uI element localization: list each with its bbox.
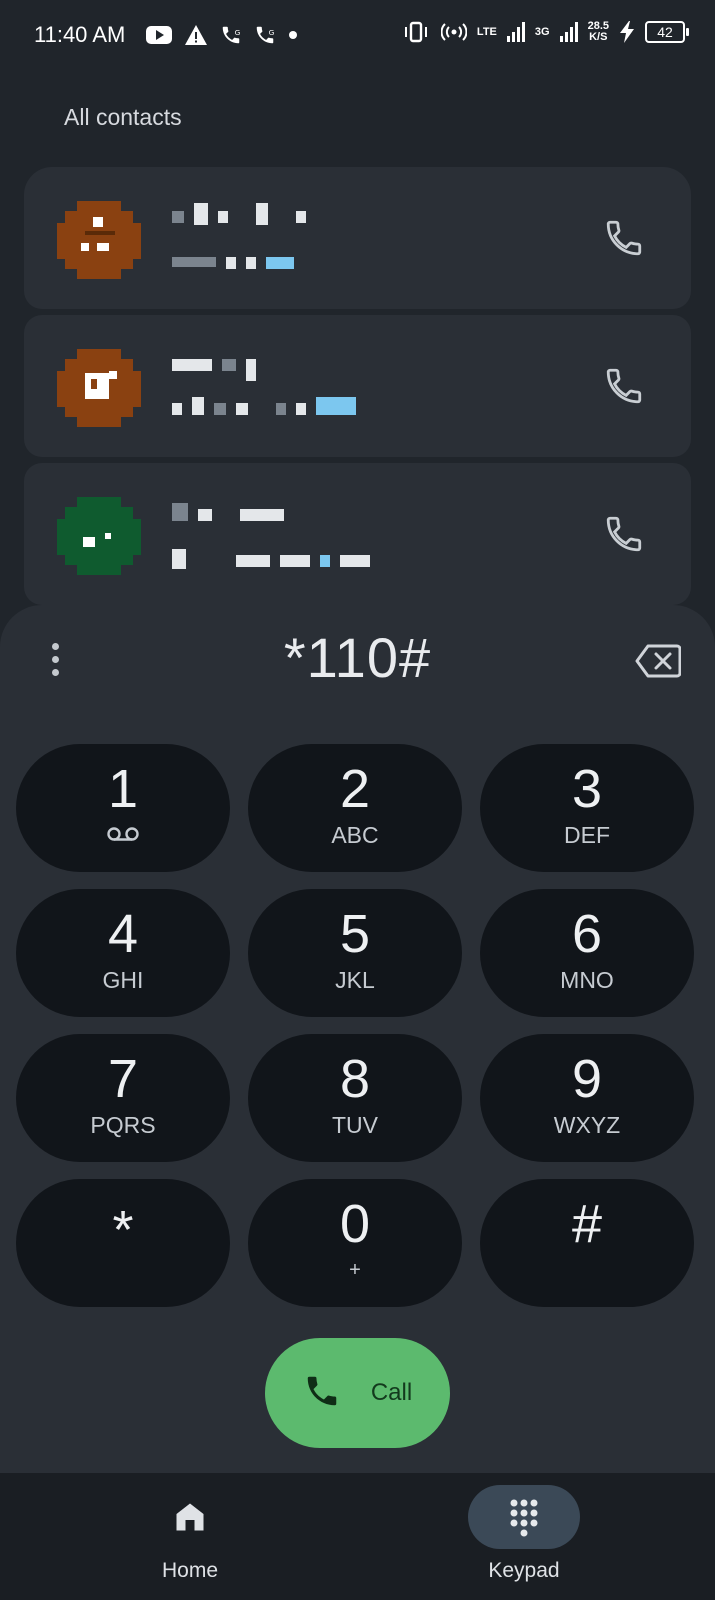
contact-item[interactable] [24,463,691,605]
bottom-navigation: Home Keypad [0,1473,715,1600]
key-4[interactable]: 4 GHI [16,889,230,1017]
contact-number [172,549,370,569]
key-6[interactable]: 6 MNO [480,889,694,1017]
phone-icon[interactable] [603,217,645,259]
warning-icon [184,24,208,46]
key-digit: 3 [571,759,603,819]
contact-name [172,359,256,381]
svg-text:G: G [235,28,241,37]
wifi-call-icon: G [220,24,242,46]
charging-icon [619,21,635,43]
key-0[interactable]: 0 + [248,1179,462,1307]
svg-text:G: G [269,28,275,37]
key-letters: MNO [560,967,614,993]
voicemail-icon [106,826,140,847]
more-notifications-dot-icon [288,30,298,40]
key-digit: * [112,1200,134,1260]
key-digit: 7 [107,1049,139,1109]
network-type-1: LTE [476,25,497,38]
battery-level: 42 [657,24,673,40]
contact-name [172,203,306,225]
key-5[interactable]: 5 JKL [248,889,462,1017]
signal-icon-2 [559,22,578,42]
key-letters: DEF [564,822,610,848]
key-9[interactable]: 9 WXYZ [480,1034,694,1162]
call-label: Call [370,1379,413,1406]
key-1[interactable]: 1 [16,744,230,872]
lte-signal: LTE [476,25,497,38]
nav-keypad[interactable]: Keypad [424,1485,624,1583]
contact-list [24,167,691,611]
status-bar: 11:40 AM G G LTE 3G 28.5 K/S 42 [0,0,715,72]
dialpad-sheet: *110# 1 2 ABC 3 DEF 4 GHI 5 JKL 6 MNO 7 … [0,605,715,1473]
signal-icon [506,22,525,42]
nav-label: Keypad [488,1559,560,1582]
phone-icon[interactable] [603,365,645,407]
call-button[interactable]: Call [265,1338,450,1448]
key-digit: 0 [339,1194,371,1254]
battery-indicator: 42 [645,21,689,43]
key-digit: 2 [339,759,371,819]
dialpad: 1 2 ABC 3 DEF 4 GHI 5 JKL 6 MNO 7 PQRS 8… [16,744,700,1307]
contact-name [172,503,284,521]
key-digit: 5 [339,904,371,964]
3g-signal: 3G [534,25,550,38]
key-star[interactable]: * [16,1179,230,1307]
key-digit: 1 [107,759,139,819]
key-digit: 8 [339,1049,371,1109]
key-digit: # [571,1194,603,1254]
key-letters: PQRS [90,1112,156,1138]
hotspot-icon [440,21,467,43]
contact-item[interactable] [24,315,691,457]
key-8[interactable]: 8 TUV [248,1034,462,1162]
avatar [57,493,141,577]
key-letters: TUV [332,1112,378,1138]
phone-icon[interactable] [603,513,645,555]
home-icon [134,1485,246,1549]
system-icons: LTE 3G 28.5 K/S 42 [401,20,689,44]
key-2[interactable]: 2 ABC [248,744,462,872]
status-time: 11:40 AM [34,22,126,47]
key-letters: JKL [335,967,375,993]
key-digit: 4 [107,904,139,964]
key-letters: GHI [102,967,144,993]
key-digit: 9 [571,1049,603,1109]
backspace-icon[interactable] [635,643,682,679]
nav-label: Home [161,1559,219,1582]
dialpad-icon [468,1485,580,1549]
notification-icons: G G [146,24,298,46]
phone-icon [303,1372,341,1415]
nav-home[interactable]: Home [90,1485,290,1583]
key-letters: ABC [331,822,379,848]
wifi-call-icon-2: G [254,24,276,46]
key-letters: WXYZ [553,1112,621,1138]
speed-unit: K/S [589,31,608,43]
avatar [57,197,141,281]
contact-number [172,257,294,269]
key-3[interactable]: 3 DEF [480,744,694,872]
dialed-number-field[interactable]: *110# [0,625,715,690]
avatar [57,345,141,429]
key-letters: + [349,1259,361,1281]
section-title: All contacts [64,104,182,130]
contact-item[interactable] [24,167,691,309]
youtube-icon [146,25,172,45]
network-speed: 28.5 K/S [588,21,609,43]
vibrate-icon [401,20,431,44]
key-digit: 6 [571,904,603,964]
contact-number [172,397,356,415]
network-type-2: 3G [534,25,550,38]
key-pound[interactable]: # [480,1179,694,1307]
key-7[interactable]: 7 PQRS [16,1034,230,1162]
